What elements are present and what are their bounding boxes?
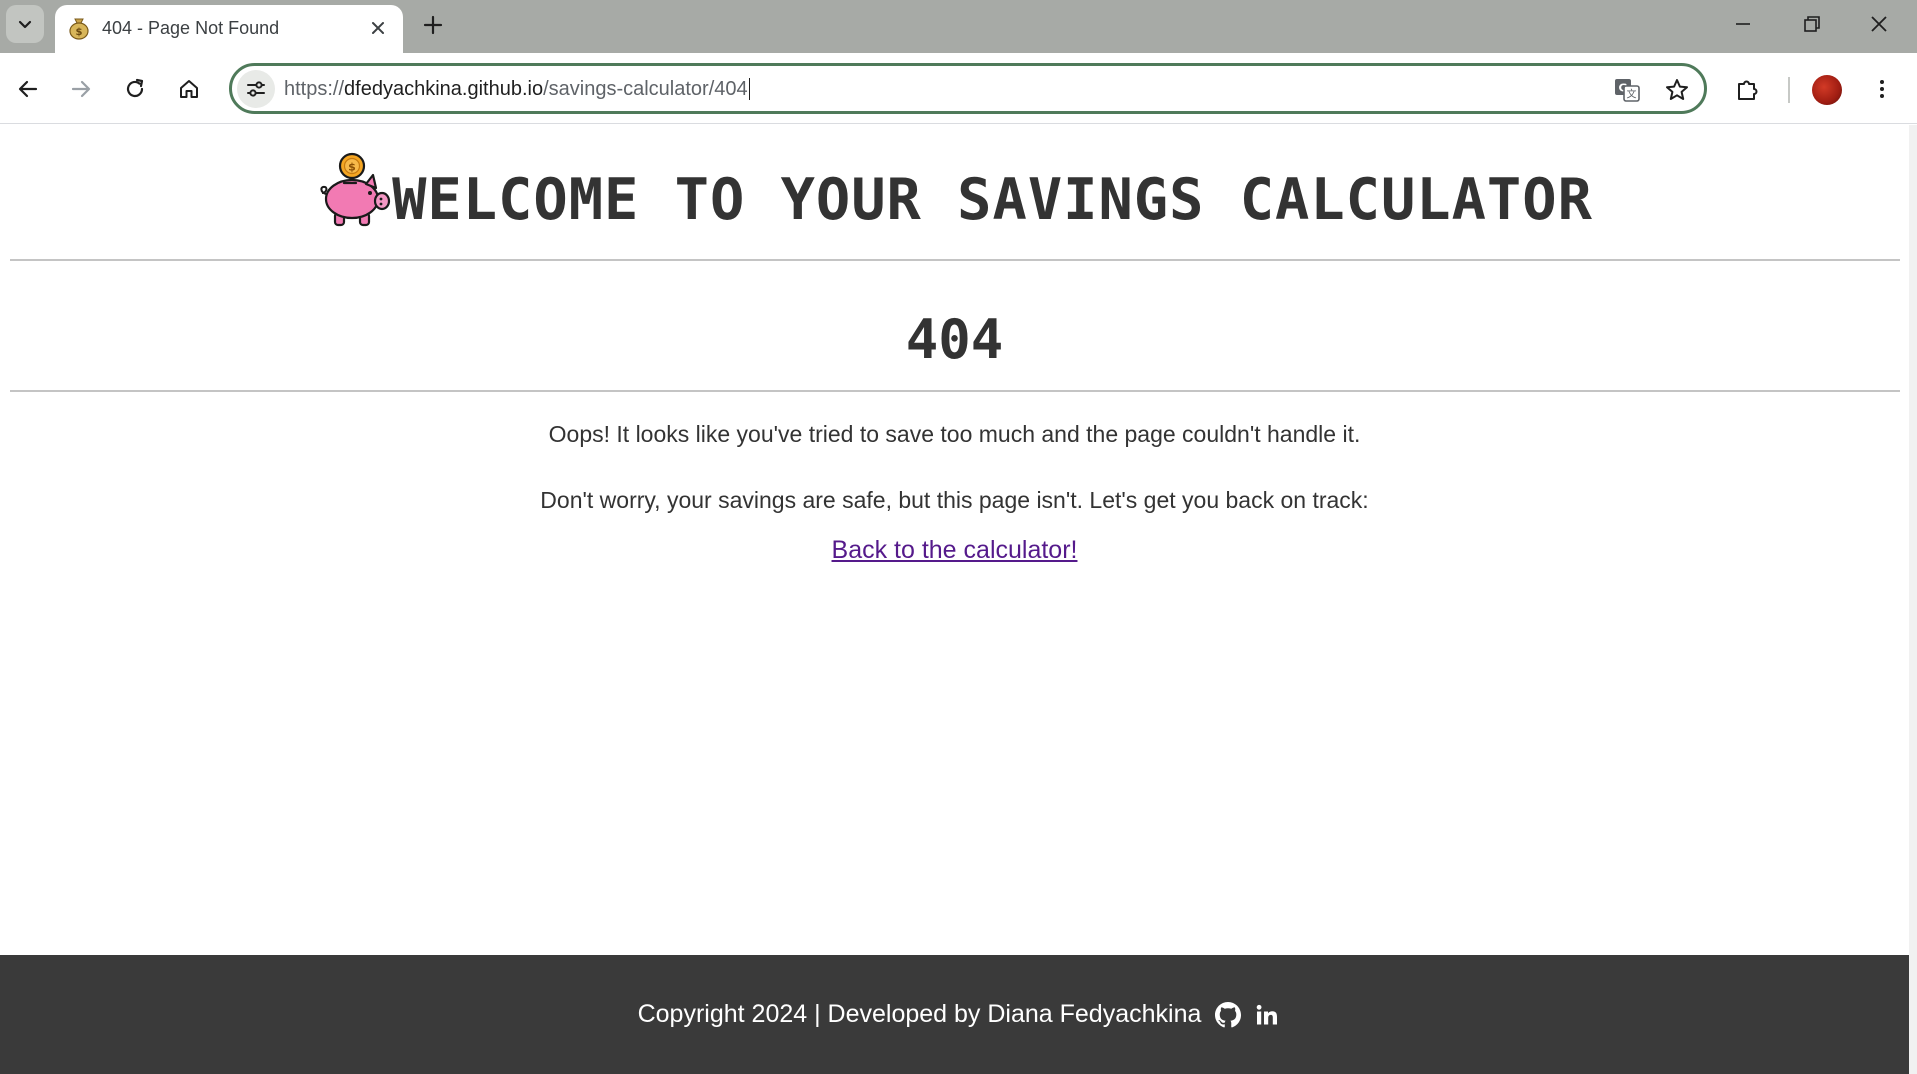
translate-button[interactable]: G 文 [1610, 73, 1644, 107]
tab-close-button[interactable] [365, 15, 391, 41]
tune-icon [247, 81, 265, 97]
forward-button[interactable] [59, 67, 103, 111]
site-info-button[interactable] [237, 70, 275, 108]
reload-button[interactable] [113, 67, 157, 111]
svg-text:$: $ [76, 27, 83, 38]
arrow-left-icon [18, 80, 38, 98]
url-scheme: https:// [284, 78, 345, 100]
puzzle-icon [1738, 80, 1758, 100]
url-host: dfedyachkina.github.io [344, 78, 544, 100]
linkedin-icon [1257, 1004, 1278, 1024]
close-icon [372, 22, 384, 34]
site-header: $ WELCOME TO YOUR SAVINGS CALCULATOR [0, 151, 1909, 233]
page-title: WELCOME TO YOUR SAVINGS CALCULATOR [392, 167, 1593, 233]
new-tab-button[interactable] [416, 8, 450, 42]
star-icon [1666, 79, 1688, 100]
minimize-icon [1736, 23, 1750, 25]
address-bar[interactable]: https://dfedyachkina.github.io/savings-c… [229, 63, 1707, 114]
restore-button[interactable] [1782, 6, 1842, 42]
bookmark-button[interactable] [1660, 73, 1694, 107]
profile-avatar[interactable] [1812, 75, 1842, 105]
translate-icon: G 文 [1615, 79, 1640, 102]
home-icon [180, 80, 198, 98]
arrow-right-icon [71, 80, 91, 98]
site-footer: Copyright 2024 | Developed by Diana Fedy… [0, 955, 1917, 1074]
tab-strip: $ 404 - Page Not Found [0, 0, 1917, 53]
toolbar-divider [1788, 77, 1790, 103]
page-content: $ WELCOME TO YOUR SAVINGS CALCULATOR 404… [0, 125, 1917, 1074]
url-text[interactable]: https://dfedyachkina.github.io/savings-c… [284, 78, 750, 101]
linkedin-link[interactable] [1255, 1003, 1279, 1027]
money-bag-icon: $ [69, 18, 89, 40]
error-submessage: Don't worry, your savings are safe, but … [540, 487, 1369, 513]
active-tab[interactable]: $ 404 - Page Not Found [55, 5, 403, 53]
tab-search-button[interactable] [6, 5, 44, 43]
close-window-button[interactable] [1849, 6, 1909, 42]
back-to-calculator-link[interactable]: Back to the calculator! [832, 536, 1078, 564]
extensions-button[interactable] [1726, 67, 1770, 111]
github-link[interactable] [1215, 1001, 1242, 1028]
scrollbar[interactable] [1909, 125, 1917, 1074]
back-button[interactable] [6, 67, 50, 111]
footer-copyright: Copyright 2024 | Developed by Diana Fedy… [637, 1000, 1202, 1028]
back-link-container: Back to the calculator! [0, 536, 1909, 565]
svg-text:$: $ [348, 161, 356, 174]
browser-toolbar: https://dfedyachkina.github.io/savings-c… [0, 53, 1917, 124]
close-icon [1871, 16, 1887, 32]
svg-text:文: 文 [1627, 88, 1637, 101]
text-caret [748, 78, 750, 100]
more-vert-icon [1880, 80, 1884, 98]
piggy-bank-icon: $ [320, 152, 391, 227]
restore-icon [1804, 16, 1820, 32]
error-code: 404 [905, 308, 1004, 371]
chevron-down-icon [18, 20, 32, 29]
minimize-button[interactable] [1713, 6, 1773, 42]
tab-title: 404 - Page Not Found [102, 18, 280, 38]
url-path: /savings-calculator/404 [543, 78, 748, 100]
reload-icon [126, 78, 144, 98]
home-button[interactable] [167, 67, 211, 111]
plus-icon [423, 15, 443, 35]
error-message: Oops! It looks like you've tried to save… [548, 421, 1361, 447]
divider [10, 259, 1900, 261]
browser-menu-button[interactable] [1860, 67, 1904, 111]
github-icon [1215, 1001, 1242, 1027]
divider [10, 390, 1900, 392]
